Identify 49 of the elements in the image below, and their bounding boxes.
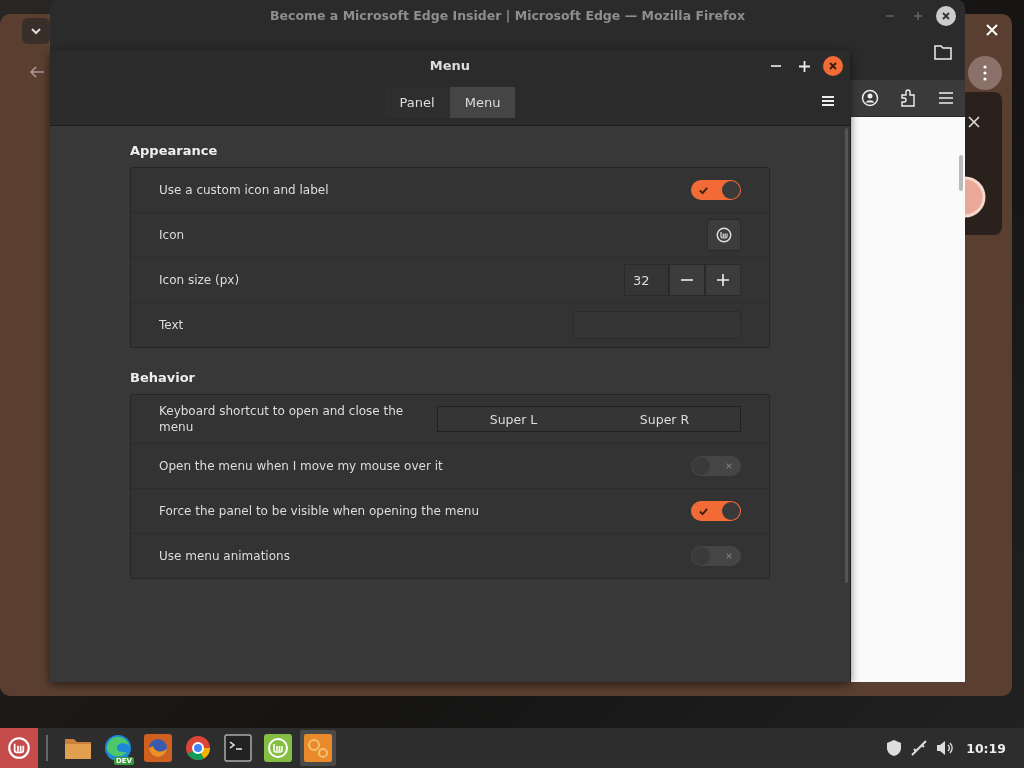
mint-logo-icon [6,735,32,761]
increase-button[interactable] [705,264,741,296]
mint-logo-icon [715,226,733,244]
record-icon[interactable] [965,175,987,219]
close-button[interactable] [823,56,843,76]
close-icon [828,61,838,71]
close-icon[interactable] [966,114,982,130]
check-icon [699,506,708,516]
icon-size-field[interactable]: 32 [624,264,669,296]
window-title: Become a Microsoft Edge Insider | Microsoft Edge — Mozilla Firefox [269,8,746,23]
clock[interactable]: 10:19 [966,740,1006,756]
decrease-button[interactable] [669,264,705,296]
setting-label: Icon [159,228,185,242]
chevron-down-icon[interactable] [30,27,42,35]
setting-label: Use a custom icon and label [159,183,329,197]
shortcut-button[interactable]: Super L [438,407,589,431]
tab[interactable]: Menu [449,87,516,118]
volume-icon[interactable] [936,740,955,756]
toggle-switch[interactable] [691,546,741,566]
menu-icon[interactable] [822,95,834,107]
toggle-switch[interactable] [691,180,741,200]
section-heading: Behavior [130,370,197,385]
more-icon [983,65,987,81]
folder-icon[interactable] [64,736,92,760]
puzzle-icon[interactable] [900,89,917,107]
setting-label: Open the menu when I move my mouse over it [159,459,443,473]
setting-label: Keyboard shortcut to open and close the menu [159,403,405,435]
folder-icon[interactable] [934,45,952,60]
setting-label: Text [159,318,184,332]
setting-label: Icon size (px) [159,273,240,287]
cross-icon [725,462,733,470]
cross-icon [725,552,733,560]
plus-icon [716,273,730,287]
start-menu-button[interactable] [0,728,38,768]
window-title: Menu [428,58,472,73]
section-heading: Appearance [130,143,219,158]
setting-label: Use menu animations [159,549,290,563]
menu-icon[interactable] [938,91,955,105]
toggle-switch[interactable] [691,501,741,521]
check-icon [699,185,708,195]
close-icon [941,11,951,21]
setting-label: Force the panel to be visible when opening the menu [159,504,480,518]
toggle-switch[interactable] [691,456,741,476]
close-button[interactable] [936,6,956,26]
network-icon[interactable] [910,739,929,757]
shortcut-button[interactable]: Super R [589,407,740,431]
icon-chooser-button[interactable] [707,219,741,251]
shield-icon[interactable] [886,739,903,757]
account-icon[interactable] [860,89,879,107]
